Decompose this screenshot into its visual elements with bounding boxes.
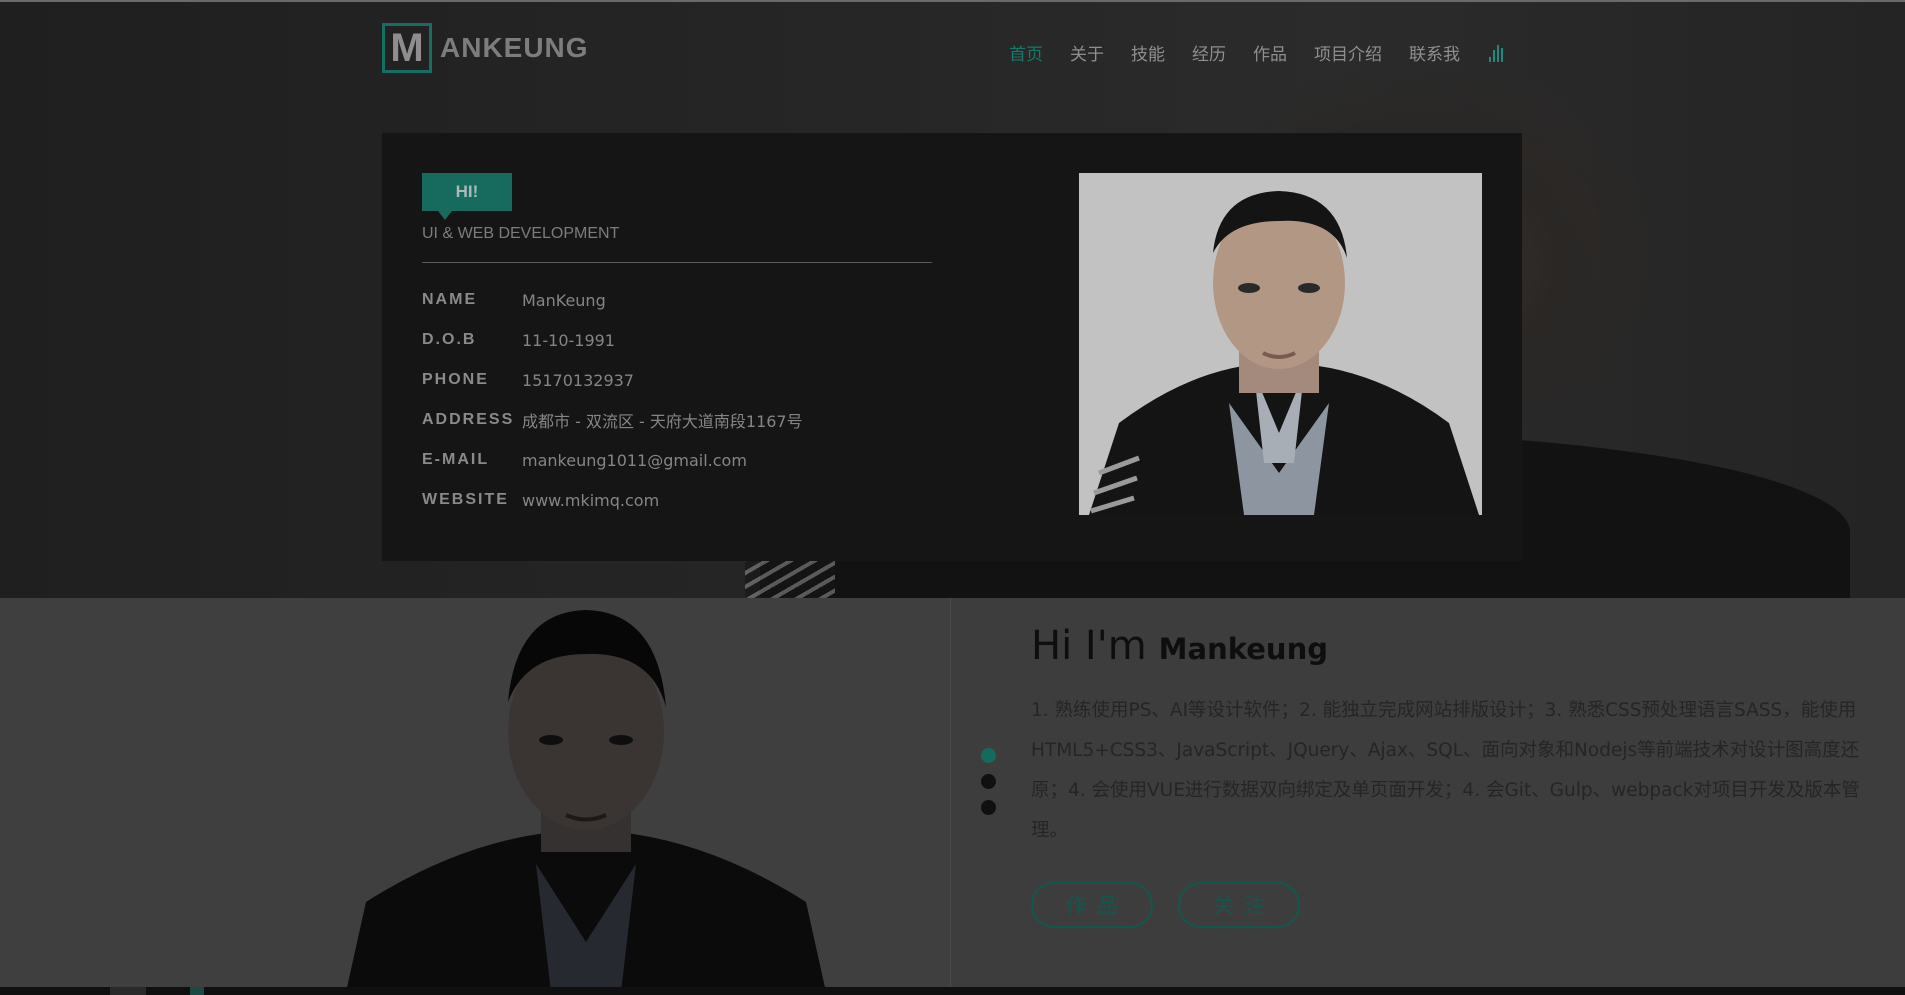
taskbar (0, 987, 1905, 995)
greeting-name: Mankeung (1158, 632, 1328, 666)
nav-item-home[interactable]: 首页 (1009, 40, 1043, 65)
info-value: 11-10-1991 (522, 330, 615, 350)
about-heading: Hi I'm Mankeung (1031, 623, 1891, 669)
nav-item-skills[interactable]: 技能 (1131, 40, 1165, 65)
nav-item-works[interactable]: 作品 (1253, 40, 1287, 65)
info-row-website: WEBSITE www.mkimq.com (422, 488, 659, 512)
top-navigation: M ANKEUNG 首页 关于 技能 经历 作品 项目介绍 联系我 (0, 2, 1905, 97)
about-actions: 作品 关注 (1031, 882, 1325, 928)
logo-mark: M (382, 23, 432, 73)
hero-section: M ANKEUNG 首页 关于 技能 经历 作品 项目介绍 联系我 HI! UI… (0, 0, 1905, 598)
about-portrait-photo (346, 602, 826, 987)
info-label: E-MAIL (422, 451, 490, 468)
info-label: ADDRESS (422, 411, 515, 428)
info-value: mankeung1011@gmail.com (522, 450, 747, 470)
about-portrait-panel (0, 598, 950, 987)
info-label: WEBSITE (422, 491, 509, 508)
follow-button[interactable]: 关注 (1178, 882, 1300, 928)
nav-menu: 首页 关于 技能 经历 作品 项目介绍 联系我 (1009, 40, 1505, 65)
profile-photo (1079, 173, 1482, 515)
about-section: Hi I'm Mankeung 1. 熟练使用PS、AI等设计软件；2. 能独立… (0, 598, 1905, 987)
pagination-dot-1[interactable] (981, 748, 996, 763)
equalizer-icon[interactable] (1489, 44, 1505, 62)
nav-item-contact[interactable]: 联系我 (1409, 40, 1460, 65)
nav-item-projects[interactable]: 项目介绍 (1314, 40, 1382, 65)
info-row-name: NAME ManKeung (422, 288, 606, 312)
hero-background-stripes (745, 557, 835, 598)
about-intro: Hi I'm Mankeung 1. 熟练使用PS、AI等设计软件；2. 能独立… (1031, 623, 1891, 851)
info-row-email: E-MAIL mankeung1011@gmail.com (422, 448, 747, 472)
info-label: NAME (422, 291, 478, 308)
info-label: PHONE (422, 371, 489, 388)
greeting-text: Hi I'm (1031, 623, 1147, 669)
slide-pagination (981, 748, 996, 826)
info-row-address: ADDRESS 成都市 - 双流区 - 天府大道南段1167号 (422, 408, 803, 432)
about-description: 1. 熟练使用PS、AI等设计软件；2. 能独立完成网站排版设计；3. 熟悉CS… (1031, 700, 1860, 841)
info-value: 成都市 - 双流区 - 天府大道南段1167号 (522, 412, 803, 431)
logo[interactable]: M ANKEUNG (382, 23, 589, 73)
section-divider-line (950, 598, 951, 987)
profile-divider (422, 262, 932, 263)
pagination-dot-3[interactable] (981, 800, 996, 815)
nav-item-about[interactable]: 关于 (1070, 40, 1104, 65)
nav-item-experience[interactable]: 经历 (1192, 40, 1226, 65)
info-value: 15170132937 (522, 370, 634, 390)
info-value: www.mkimq.com (522, 490, 660, 510)
profile-subtitle: UI & WEB DEVELOPMENT (422, 225, 620, 242)
info-label: D.O.B (422, 331, 477, 348)
pagination-dot-2[interactable] (981, 774, 996, 789)
info-value: ManKeung (522, 290, 606, 310)
info-row-phone: PHONE 15170132937 (422, 368, 634, 392)
info-row-dob: D.O.B 11-10-1991 (422, 328, 615, 352)
logo-text: ANKEUNG (440, 32, 589, 63)
hi-badge: HI! (422, 173, 512, 220)
works-button[interactable]: 作品 (1031, 882, 1153, 928)
